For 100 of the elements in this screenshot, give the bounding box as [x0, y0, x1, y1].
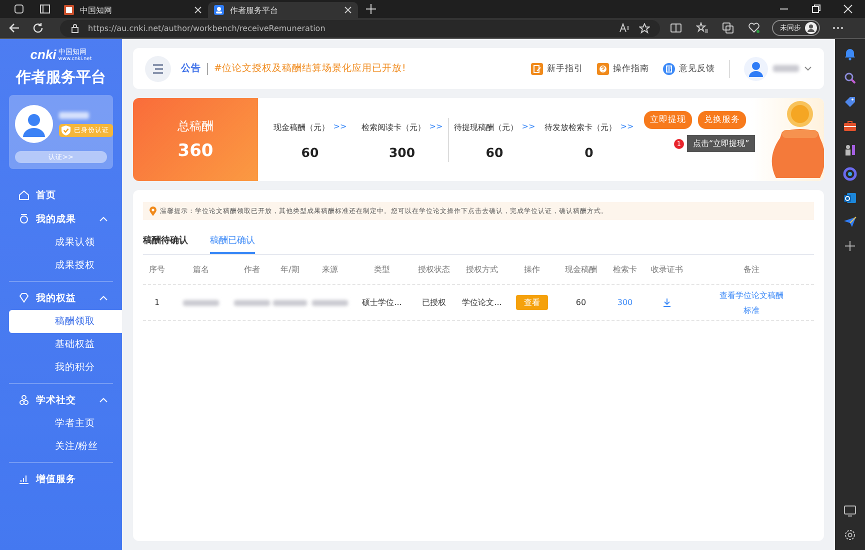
close-icon[interactable]	[344, 6, 352, 14]
bell-icon[interactable]	[843, 47, 857, 61]
tab-title: 中国知网	[80, 4, 113, 16]
column-header: 授权方式	[465, 264, 499, 275]
split-screen-icon[interactable]	[670, 22, 682, 34]
restore-icon[interactable]	[811, 4, 821, 14]
nav-section[interactable]: 我的成果	[0, 207, 122, 231]
stat-label: 待提现稿酬（元）	[454, 122, 518, 133]
chevron-down-icon	[804, 66, 812, 71]
chart-icon	[18, 473, 30, 485]
shield-check-icon	[61, 124, 71, 136]
stat-label: 检索阅读卡（元）	[361, 122, 426, 133]
total-value: 360	[178, 141, 214, 161]
new-tab-icon[interactable]	[366, 4, 376, 14]
screen-icon[interactable]	[843, 504, 857, 518]
document-pen-icon	[531, 62, 543, 74]
diamond-icon	[18, 292, 30, 304]
toolbox-icon[interactable]	[843, 119, 857, 133]
header-link[interactable]: 操作指南	[597, 62, 649, 74]
heart-pulse-icon[interactable]	[748, 22, 760, 34]
column-header: 现金稿酬	[564, 264, 598, 275]
settings-icon[interactable]	[843, 528, 857, 542]
notice-text: #位论文授权及稿酬结算场景化应用已开放!	[214, 62, 406, 75]
close-icon[interactable]	[843, 4, 853, 14]
notice-label: 公告	[181, 62, 201, 75]
tab-actions-icon[interactable]	[39, 3, 51, 15]
tag-icon[interactable]	[843, 95, 857, 109]
user-menu[interactable]	[744, 56, 812, 80]
blurred-text	[234, 300, 270, 306]
location-pin-icon	[149, 206, 157, 216]
logo-mark: cnki	[30, 47, 56, 62]
nav-item[interactable]: 成果认领	[9, 231, 122, 254]
stat-value: 60	[301, 145, 319, 160]
download-icon[interactable]	[663, 298, 671, 307]
header-link[interactable]: 新手指引	[531, 62, 583, 74]
table-cell: 60	[576, 298, 586, 307]
detail-link[interactable]: >>	[522, 122, 536, 133]
lock-icon	[70, 23, 80, 33]
avatar-icon	[805, 22, 817, 34]
detail-link[interactable]: >>	[429, 122, 443, 133]
nav-section[interactable]: 首页	[0, 183, 122, 207]
view-button[interactable]: 查看	[516, 295, 548, 310]
people-icon	[18, 394, 30, 406]
nav-section[interactable]: 学术社交	[0, 388, 122, 412]
refresh-icon[interactable]	[32, 22, 44, 34]
favorites-icon[interactable]	[696, 22, 708, 34]
nav-section[interactable]: 增值服务	[0, 467, 122, 491]
nav-item[interactable]: 关注/粉丝	[9, 435, 122, 458]
column-header: 来源	[321, 264, 339, 275]
address-bar[interactable]: https://au.cnki.net/author/workbench/receiveRemuneration	[60, 20, 660, 36]
stat-label: 现金稿酬（元）	[273, 122, 330, 133]
search-icon[interactable]	[843, 71, 857, 85]
stat-value: 300	[388, 145, 416, 160]
table-link[interactable]: 查看学位论文稿酬标准	[720, 288, 784, 318]
menu-icon[interactable]	[145, 56, 171, 82]
table-link[interactable]: 300	[617, 295, 633, 310]
table-cell: 已授权	[422, 297, 446, 308]
blurred-user-name	[59, 112, 89, 118]
column-header: 年/期	[280, 264, 300, 275]
favorite-star-icon	[639, 22, 650, 34]
workspaces-icon[interactable]	[13, 3, 25, 15]
blurred-text	[183, 300, 219, 306]
header-link[interactable]: 意见反馈	[663, 62, 715, 74]
tooltip: 点击“立即提现”	[687, 135, 756, 152]
circle-app-icon[interactable]	[843, 167, 857, 181]
tab[interactable]: 稿酬已确认	[210, 234, 255, 254]
browser-tab[interactable]: 中国知网	[58, 2, 208, 18]
tab[interactable]: 稿酬待确认	[143, 234, 188, 254]
column-header: 序号	[148, 264, 166, 275]
table-cell: 学位论文...	[462, 297, 502, 308]
add-icon[interactable]	[843, 239, 857, 253]
detail-link[interactable]: >>	[333, 122, 347, 133]
action-button[interactable]: 立即提现	[644, 111, 692, 129]
blurred-text	[312, 300, 348, 306]
table-cell: 1	[154, 298, 160, 307]
column-header: 操作	[523, 264, 541, 275]
home-icon	[18, 189, 30, 201]
column-header: 类型	[373, 264, 391, 275]
nav-item[interactable]: 成果授权	[9, 254, 122, 277]
read-aloud-icon	[619, 23, 631, 33]
stat-value: 0	[584, 145, 594, 160]
stat-label: 待发放检索卡（元）	[544, 122, 616, 133]
tab-title: 作者服务平台	[230, 4, 279, 16]
back-icon[interactable]	[8, 22, 20, 34]
platform-title: 作者服务平台	[14, 68, 107, 87]
paper-plane-icon[interactable]	[843, 215, 857, 229]
mail-app-icon[interactable]	[843, 191, 857, 205]
close-icon[interactable]	[194, 6, 202, 14]
nav-item[interactable]: 学者主页	[9, 412, 122, 435]
detail-link[interactable]: >>	[620, 122, 634, 133]
nav-item[interactable]: 稿酬领取	[9, 310, 122, 333]
collections-icon[interactable]	[722, 22, 734, 34]
nav-item[interactable]: 我的积分	[9, 356, 122, 379]
action-button[interactable]: 兑换服务	[698, 111, 746, 129]
nav-section[interactable]: 我的权益	[0, 286, 122, 310]
nav-item[interactable]: 基础权益	[9, 333, 122, 356]
chess-pieces-icon[interactable]	[843, 143, 857, 157]
table-cell: 硕士学位...	[362, 297, 402, 308]
medal-icon	[18, 213, 30, 225]
browser-tab[interactable]: 作者服务平台	[208, 2, 358, 18]
